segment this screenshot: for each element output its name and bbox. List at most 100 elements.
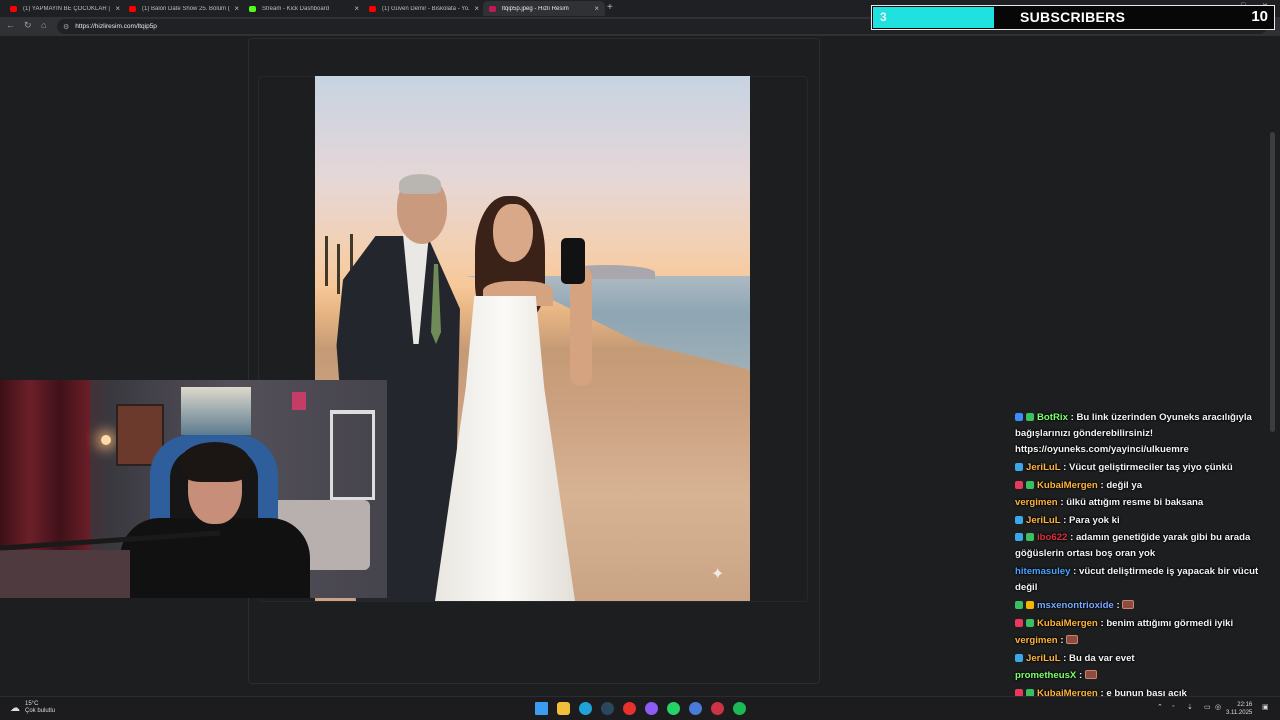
browser-tab[interactable]: Stream - Kick Dashboard × (243, 1, 365, 16)
steam-icon[interactable] (601, 702, 614, 715)
webcam-overlay (0, 380, 387, 598)
chat-badge-icon (1026, 533, 1034, 541)
windows-start-icon[interactable] (535, 702, 548, 715)
chat-username[interactable]: KubaiMergen (1037, 618, 1098, 629)
chat-badge-icon (1015, 413, 1023, 421)
opera-gx-icon[interactable] (623, 702, 636, 715)
browser-tab-active[interactable]: ltqip5p.jpeg - Hızlı Resim × (483, 1, 605, 16)
settings-icon[interactable] (689, 702, 702, 715)
close-tab-icon[interactable]: × (354, 4, 359, 13)
chat-text: Bu da var evet (1069, 652, 1135, 664)
chat-username[interactable]: msxenontrioxide (1037, 600, 1114, 611)
chat-message: vergimen : (1015, 632, 1267, 650)
chat-badge-icon (1015, 601, 1023, 609)
weather-temp: 15°C (25, 701, 39, 707)
chat-message: prometheusX : (1015, 667, 1267, 685)
hizliresim-favicon-icon (489, 5, 496, 12)
weather-desc: Çok bulutlu (25, 708, 56, 714)
webcam-wave-poster (181, 387, 251, 435)
windows-taskbar: ☁ 15°C Çok bulutlu ⌃ ◦ ⇣ ▭ ◎ 22:16 3.11.… (0, 696, 1280, 720)
chat-message: JeriLuL : Bu da var evet (1015, 650, 1267, 668)
chat-badge-icon (1026, 601, 1034, 609)
subscriber-label: SUBSCRIBERS (1020, 9, 1126, 25)
kick-favicon-icon (249, 5, 256, 12)
chat-text: Vücut geliştirmeciler taş yiyo çünkü (1069, 462, 1233, 473)
file-explorer-icon[interactable] (557, 702, 570, 715)
webcam-small-poster (292, 392, 306, 410)
chat-emote-icon (1066, 635, 1079, 644)
chat-badge-icon (1026, 480, 1034, 489)
webcam-lamp (101, 435, 111, 445)
chat-username[interactable]: JeriLuL (1026, 462, 1060, 473)
chat-message: msxenontrioxide : (1015, 597, 1267, 615)
chat-message: JeriLuL : Vücut geliştirmeciler taş yiyo… (1015, 459, 1267, 477)
photo-palm (325, 236, 328, 286)
webcam-desk (0, 550, 130, 598)
webcam-shelf (330, 410, 375, 500)
close-tab-icon[interactable]: × (115, 4, 120, 13)
chat-badge-icon (1015, 653, 1023, 662)
game-icon[interactable] (711, 702, 724, 715)
chevron-up-icon[interactable]: ⌃ (1157, 703, 1163, 711)
url-text: https://hizliresim.com/ltqip5p (75, 23, 157, 30)
chat-username[interactable]: JeriLuL (1026, 515, 1060, 526)
browser-tab[interactable]: (1) Güven Demir - Biskolata - Yo... × (363, 1, 485, 16)
clock-date: 3.11.2025 (1226, 710, 1253, 716)
close-tab-icon[interactable]: × (234, 4, 239, 13)
tab-title: (1) Balon Date Show 25. Bölüm (... (142, 5, 231, 12)
photo-phone (561, 238, 585, 284)
page-scrollbar[interactable] (1270, 132, 1275, 432)
chat-username[interactable]: BotRix (1037, 412, 1068, 423)
site-info-icon[interactable]: ⚙ (63, 23, 69, 31)
youtube-favicon-icon (369, 5, 376, 12)
spotify-icon[interactable] (733, 702, 746, 715)
notification-icon[interactable]: ▣ (1262, 703, 1269, 711)
chat-text: ülkü attığım resme bi baksana (1066, 497, 1204, 508)
photo-woman-arm (570, 266, 592, 386)
subscriber-goal-bar: 3 SUBSCRIBERS 10 (871, 5, 1275, 30)
chat-badge-icon (1015, 463, 1023, 471)
chat-message: KubaiMergen : değil ya (1015, 477, 1267, 495)
new-tab-button[interactable]: + (607, 2, 613, 13)
close-tab-icon[interactable]: × (594, 4, 599, 13)
chat-username[interactable]: KubaiMergen (1037, 480, 1098, 491)
chat-badge-icon (1015, 515, 1023, 524)
browser-tab[interactable]: (1) Balon Date Show 25. Bölüm (... × (123, 1, 245, 16)
chat-overlay: BotRix : Bu link üzerinden Oyuneks aracı… (1015, 409, 1267, 720)
network-icon[interactable]: ◎ (1215, 703, 1221, 711)
weather-widget[interactable]: ☁ 15°C Çok bulutlu (10, 701, 55, 715)
monitor-icon[interactable]: ▭ (1204, 703, 1211, 711)
chat-badge-icon (1015, 533, 1023, 541)
home-icon[interactable]: ⌂ (41, 20, 46, 30)
subscriber-goal: 10 (1251, 8, 1268, 25)
back-icon[interactable]: ← (6, 20, 15, 30)
tab-title: Stream - Kick Dashboard (262, 5, 330, 12)
youtube-favicon-icon (129, 5, 136, 12)
chat-username[interactable]: vergimen (1015, 497, 1058, 508)
chat-username[interactable]: hitemasuley (1015, 566, 1070, 577)
system-clock[interactable]: 22:16 3.11.2025 (1226, 701, 1252, 717)
whatsapp-icon[interactable] (667, 702, 680, 715)
chat-emote-icon (1084, 670, 1097, 679)
browser-tab[interactable]: (1) YAPMAYIN BE ÇOCUKLAR | 5... × (4, 1, 126, 16)
chat-message: JeriLuL : Para yok ki (1015, 512, 1267, 530)
chat-username[interactable]: JeriLuL (1026, 653, 1060, 664)
tab-title: (1) YAPMAYIN BE ÇOCUKLAR | 5... (23, 5, 112, 12)
chat-message: vergimen : ülkü attığım resme bi baksana (1015, 497, 1204, 508)
download-icon[interactable]: ⇣ (1187, 703, 1193, 711)
photo-palm (337, 244, 340, 294)
chat-message: BotRix : Bu link üzerinden Oyuneks aracı… (1015, 412, 1252, 455)
chat-username[interactable]: prometheusX (1015, 670, 1076, 681)
discord-icon[interactable] (645, 702, 658, 715)
subscriber-count: 3 (880, 10, 887, 24)
close-tab-icon[interactable]: × (474, 4, 479, 13)
edge-icon[interactable] (579, 702, 592, 715)
reload-icon[interactable]: ↻ (24, 20, 32, 31)
tray-app-icon[interactable]: ◦ (1172, 703, 1174, 710)
chat-badge-icon (1015, 618, 1023, 627)
chat-username[interactable]: ibo622 (1037, 532, 1067, 543)
photo-woman-face (493, 204, 533, 262)
chat-username[interactable]: vergimen (1015, 635, 1058, 646)
chat-message: ibo622 : adamın genetiğide yarak gibi bu… (1015, 532, 1251, 559)
subscriber-progress-fill (873, 7, 994, 28)
